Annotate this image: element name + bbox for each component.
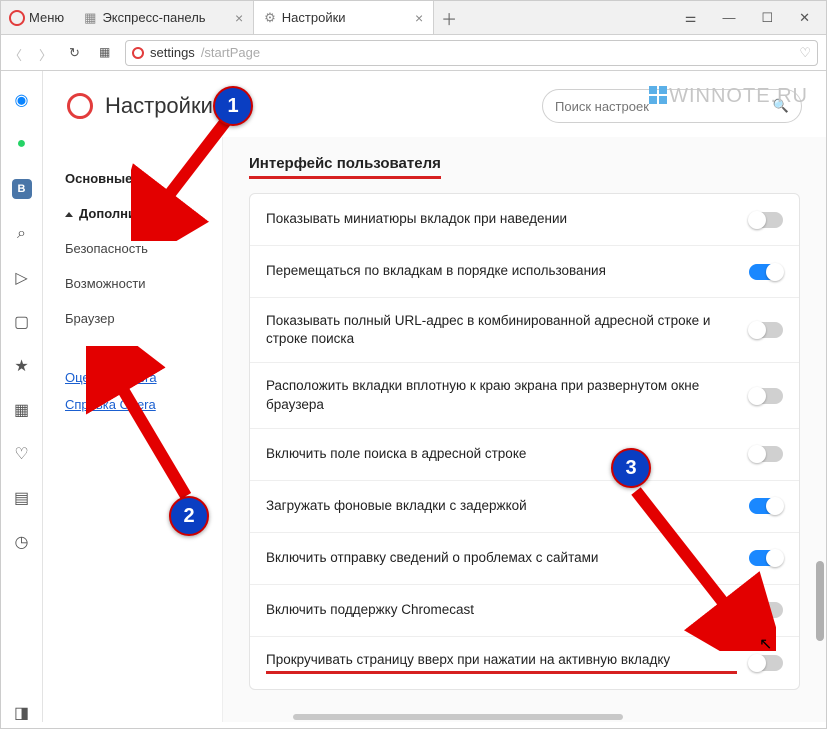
page-title: Настройки [105, 93, 213, 119]
setting-row[interactable]: Включить отправку сведений о проблемах с… [250, 533, 799, 585]
section-title: Интерфейс пользователя [249, 155, 441, 179]
toggle[interactable] [749, 655, 783, 671]
annotation-circle-1: 1 [213, 86, 253, 126]
setting-row[interactable]: Перемещаться по вкладкам в порядке испол… [250, 246, 799, 298]
setting-row[interactable]: Показывать миниатюры вкладок при наведен… [250, 194, 799, 246]
minimize-icon[interactable]: ― [722, 10, 735, 25]
annotation-circle-2: 2 [169, 496, 209, 536]
setting-row[interactable]: Показывать полный URL-адрес в комбиниров… [250, 298, 799, 363]
setting-label: Перемещаться по вкладкам в порядке испол… [266, 262, 737, 280]
url-host: settings [150, 45, 195, 60]
heart-icon[interactable]: ♡ [13, 445, 31, 463]
news-icon[interactable]: ▤ [13, 489, 31, 507]
sidenav-features[interactable]: Возможности [65, 266, 222, 301]
bookmarks-icon[interactable]: ★ [13, 357, 31, 375]
menu-label: Меню [29, 10, 64, 25]
setting-row[interactable]: Прокручивать страницу вверх при нажатии … [250, 637, 799, 689]
close-window-icon[interactable]: ✕ [799, 10, 810, 26]
whatsapp-icon[interactable]: ● [13, 135, 31, 153]
toggle[interactable] [749, 446, 783, 462]
grid-icon[interactable]: ▦ [13, 401, 31, 419]
back-icon[interactable]: 〈 [9, 45, 25, 61]
toggle[interactable] [749, 388, 783, 404]
setting-row[interactable]: Расположить вкладки вплотную к краю экра… [250, 363, 799, 428]
setting-row[interactable]: Включить поддержку Chromecast [250, 585, 799, 637]
sidenav-security[interactable]: Безопасность [65, 231, 222, 266]
sidenav-advanced[interactable]: Дополнительно [65, 196, 222, 231]
clock-icon[interactable]: ◷ [13, 533, 31, 551]
toggle[interactable] [749, 550, 783, 566]
vk-icon[interactable]: B [12, 179, 32, 199]
watermark: WINNOTE.RU [649, 85, 808, 108]
search-icon[interactable]: ⌕ [13, 225, 31, 243]
speed-dial-icon: ▦ [84, 10, 96, 26]
setting-label: Включить поле поиска в адресной строке [266, 445, 737, 463]
new-tab-button[interactable]: ＋ [434, 1, 464, 34]
maximize-icon[interactable]: ☐ [761, 10, 773, 26]
toggle[interactable] [749, 264, 783, 280]
rate-opera-link[interactable]: Оценить Opera [65, 364, 222, 391]
sidebar-toggle-icon[interactable]: ◨ [13, 704, 31, 722]
send-icon[interactable]: ▷ [13, 269, 31, 287]
sidebar-rail: ◉ ● B ⌕ ▷ ▢ ★ ▦ ♡ ▤ ◷ ◨ [1, 71, 43, 722]
tab-label: Настройки [282, 10, 346, 25]
setting-label: Показывать миниатюры вкладок при наведен… [266, 210, 737, 228]
annotation-circle-3: 3 [611, 448, 651, 488]
easy-setup-icon[interactable]: ⚌ [685, 10, 697, 26]
camera-icon[interactable]: ▢ [13, 313, 31, 331]
toggle[interactable] [749, 322, 783, 338]
address-input[interactable]: settings/startPage ♡ [125, 40, 818, 66]
sidenav-basic[interactable]: Основные [65, 161, 222, 196]
speed-dial-shortcut-icon[interactable]: ▦ [99, 45, 115, 61]
opera-icon [9, 10, 25, 26]
tab-speed-dial[interactable]: ▦ Экспресс-панель × [74, 1, 254, 34]
reload-icon[interactable]: ↻ [69, 45, 85, 61]
setting-label: Включить отправку сведений о проблемах с… [266, 549, 737, 567]
sidenav-browser[interactable]: Браузер [65, 301, 222, 336]
opera-icon [67, 93, 93, 119]
vertical-scrollbar[interactable] [816, 561, 824, 641]
setting-label: Включить поддержку Chromecast [266, 601, 737, 619]
gear-icon: ⚙ [264, 10, 276, 26]
tab-label: Экспресс-панель [102, 10, 205, 25]
settings-card: Показывать миниатюры вкладок при наведен… [249, 193, 800, 690]
chevron-up-icon [65, 212, 73, 217]
setting-row[interactable]: Включить поле поиска в адресной строке [250, 429, 799, 481]
opera-help-link[interactable]: Справка Opera [65, 391, 222, 418]
settings-sidenav: Основные Дополнительно Безопасность Возм… [43, 137, 223, 722]
horizontal-scrollbar[interactable] [293, 714, 786, 720]
bookmark-heart-icon[interactable]: ♡ [799, 45, 811, 61]
close-icon[interactable]: × [235, 10, 243, 26]
forward-icon[interactable]: 〉 [39, 45, 55, 61]
menu-button[interactable]: Меню [1, 1, 74, 34]
messenger-icon[interactable]: ◉ [13, 91, 31, 109]
setting-label: Показывать полный URL-адрес в комбиниров… [266, 312, 737, 348]
opera-icon [132, 47, 144, 59]
setting-label: Загружать фоновые вкладки с задержкой [266, 497, 737, 515]
setting-label: Прокручивать страницу вверх при нажатии … [266, 651, 737, 674]
setting-label: Расположить вкладки вплотную к краю экра… [266, 377, 737, 413]
toggle[interactable] [749, 602, 783, 618]
close-icon[interactable]: × [415, 10, 423, 26]
tab-settings[interactable]: ⚙ Настройки × [254, 1, 434, 34]
toggle[interactable] [749, 212, 783, 228]
url-path: /startPage [201, 45, 260, 60]
toggle[interactable] [749, 498, 783, 514]
setting-row[interactable]: Загружать фоновые вкладки с задержкой [250, 481, 799, 533]
